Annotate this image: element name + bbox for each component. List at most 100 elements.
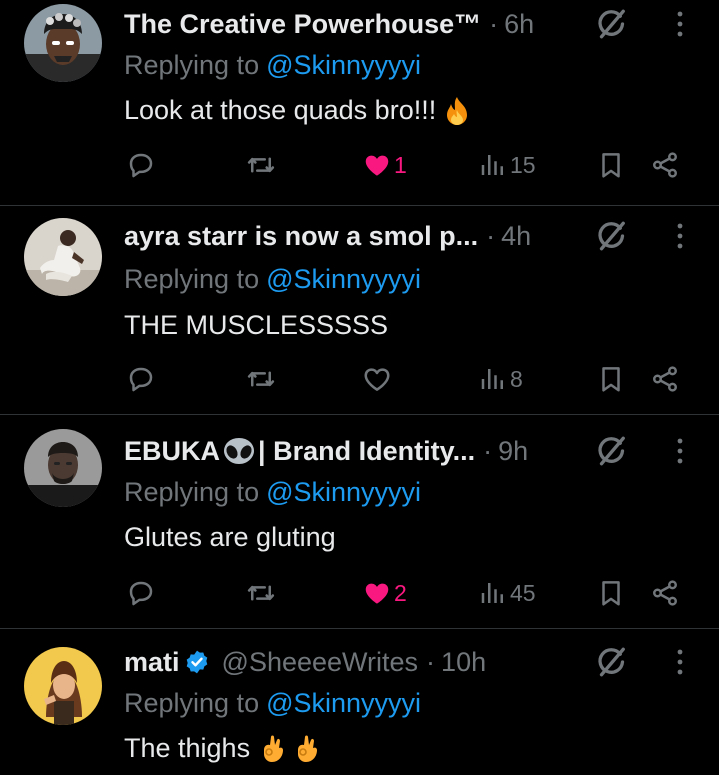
display-name[interactable]: The Creative Powerhouse™ bbox=[124, 9, 481, 40]
views-button[interactable]: 45 bbox=[478, 573, 536, 613]
retweet-button[interactable] bbox=[246, 573, 276, 613]
views-count: 8 bbox=[510, 365, 523, 392]
like-button[interactable]: 1 bbox=[362, 145, 407, 185]
bookmark-icon bbox=[596, 578, 626, 608]
timestamp[interactable]: 10h bbox=[441, 647, 486, 678]
mention-link[interactable]: @Skinnyyyyi bbox=[266, 688, 421, 718]
separator: · bbox=[426, 646, 436, 677]
reply-header: ayra starr is now a smol p... · 4h bbox=[124, 216, 531, 256]
reply-item[interactable]: EBUKA | Brand Identity... · 9h Replying … bbox=[0, 415, 719, 629]
views-button[interactable]: 15 bbox=[478, 145, 536, 185]
like-button[interactable] bbox=[362, 359, 392, 399]
display-name[interactable]: mati bbox=[124, 647, 180, 678]
share-icon bbox=[650, 364, 680, 394]
fire-emoji bbox=[447, 96, 468, 125]
replying-to-label: Replying to bbox=[124, 688, 260, 718]
action-bar: 1 15 bbox=[0, 145, 719, 185]
avatar[interactable] bbox=[24, 218, 102, 296]
replying-to: Replying to @Skinnyyyyi bbox=[124, 50, 421, 81]
replying-to-label: Replying to bbox=[124, 477, 260, 507]
views-count: 45 bbox=[510, 579, 536, 606]
reply-header: EBUKA | Brand Identity... · 9h bbox=[124, 431, 528, 471]
display-name[interactable]: EBUKA bbox=[124, 436, 220, 467]
bookmark-icon bbox=[596, 364, 626, 394]
grok-icon[interactable] bbox=[594, 6, 630, 42]
reply-header: The Creative Powerhouse™ · 6h bbox=[124, 4, 534, 44]
reply-button[interactable] bbox=[126, 359, 156, 399]
retweet-icon bbox=[246, 578, 276, 608]
reply-text-body: Look at those quads bro!!! bbox=[124, 95, 437, 125]
grok-icon[interactable] bbox=[594, 644, 630, 680]
reply-item[interactable]: The Creative Powerhouse™ · 6h Replying t… bbox=[0, 0, 719, 206]
reply-icon bbox=[126, 150, 156, 180]
reply-button[interactable] bbox=[126, 145, 156, 185]
display-name[interactable]: ayra starr is now a smol p... bbox=[124, 221, 478, 252]
share-button[interactable] bbox=[650, 145, 680, 185]
more-icon[interactable] bbox=[668, 644, 692, 680]
replying-to: Replying to @Skinnyyyyi bbox=[124, 688, 421, 719]
separator: · bbox=[483, 435, 493, 466]
grok-icon[interactable] bbox=[594, 218, 630, 254]
views-icon bbox=[478, 578, 508, 608]
views-count: 15 bbox=[510, 151, 536, 178]
replying-to: Replying to @Skinnyyyyi bbox=[124, 477, 421, 508]
bookmark-button[interactable] bbox=[596, 573, 626, 613]
share-button[interactable] bbox=[650, 573, 680, 613]
replying-to-label: Replying to bbox=[124, 50, 260, 80]
avatar[interactable] bbox=[24, 4, 102, 82]
like-button[interactable]: 2 bbox=[362, 573, 407, 613]
bookmark-icon bbox=[596, 150, 626, 180]
reply-text: THE MUSCLESSSSS bbox=[124, 310, 388, 341]
reply-text-body: Glutes are gluting bbox=[124, 522, 336, 552]
separator: · bbox=[489, 8, 499, 39]
reply-text: Glutes are gluting bbox=[124, 522, 336, 553]
action-bar: 8 bbox=[0, 359, 719, 399]
more-icon[interactable] bbox=[668, 433, 692, 469]
share-icon bbox=[650, 578, 680, 608]
more-icon[interactable] bbox=[668, 218, 692, 254]
avatar[interactable] bbox=[24, 429, 102, 507]
reply-text-body: The thighs bbox=[124, 733, 251, 763]
grok-icon[interactable] bbox=[594, 433, 630, 469]
like-count: 2 bbox=[394, 579, 407, 606]
reply-icon bbox=[126, 364, 156, 394]
reply-item[interactable]: ayra starr is now a smol p... · 4h Reply… bbox=[0, 206, 719, 415]
display-name-suffix[interactable]: | Brand Identity... bbox=[258, 436, 475, 467]
replying-to: Replying to @Skinnyyyyi bbox=[124, 264, 421, 295]
timestamp[interactable]: 6h bbox=[504, 9, 534, 40]
separator: · bbox=[486, 220, 496, 251]
like-icon bbox=[362, 578, 392, 608]
avatar[interactable] bbox=[24, 647, 102, 725]
reply-button[interactable] bbox=[126, 573, 156, 613]
retweet-button[interactable] bbox=[246, 359, 276, 399]
reply-text: The thighs bbox=[124, 733, 318, 764]
like-icon bbox=[362, 150, 392, 180]
reply-text: Look at those quads bro!!! bbox=[124, 95, 470, 126]
timestamp[interactable]: 4h bbox=[501, 221, 531, 252]
retweet-button[interactable] bbox=[246, 145, 276, 185]
views-icon bbox=[478, 150, 508, 180]
verified-badge-icon[interactable] bbox=[184, 649, 210, 675]
like-icon bbox=[362, 364, 392, 394]
bookmark-button[interactable] bbox=[596, 145, 626, 185]
retweet-icon bbox=[246, 150, 276, 180]
mention-link[interactable]: @Skinnyyyyi bbox=[266, 264, 421, 294]
more-icon[interactable] bbox=[668, 6, 692, 42]
share-icon bbox=[650, 150, 680, 180]
views-button[interactable]: 8 bbox=[478, 359, 523, 399]
action-bar: 2 45 bbox=[0, 573, 719, 613]
reply-text-body: THE MUSCLESSSSS bbox=[124, 310, 389, 340]
reply-item[interactable]: mati @SheeeeWrites · 10h Replying to @Ski… bbox=[0, 629, 719, 775]
user-handle[interactable]: @SheeeeWrites bbox=[222, 647, 419, 678]
ok-hand-emoji bbox=[264, 735, 284, 762]
share-button[interactable] bbox=[650, 359, 680, 399]
mention-link[interactable]: @Skinnyyyyi bbox=[266, 50, 421, 80]
mention-link[interactable]: @Skinnyyyyi bbox=[266, 477, 421, 507]
retweet-icon bbox=[246, 364, 276, 394]
replying-to-label: Replying to bbox=[124, 264, 260, 294]
timestamp[interactable]: 9h bbox=[498, 436, 528, 467]
replies-feed: The Creative Powerhouse™ · 6h Replying t… bbox=[0, 0, 719, 775]
reply-header: mati @SheeeeWrites · 10h bbox=[124, 642, 486, 682]
bookmark-button[interactable] bbox=[596, 359, 626, 399]
alien-emoji bbox=[224, 438, 255, 464]
